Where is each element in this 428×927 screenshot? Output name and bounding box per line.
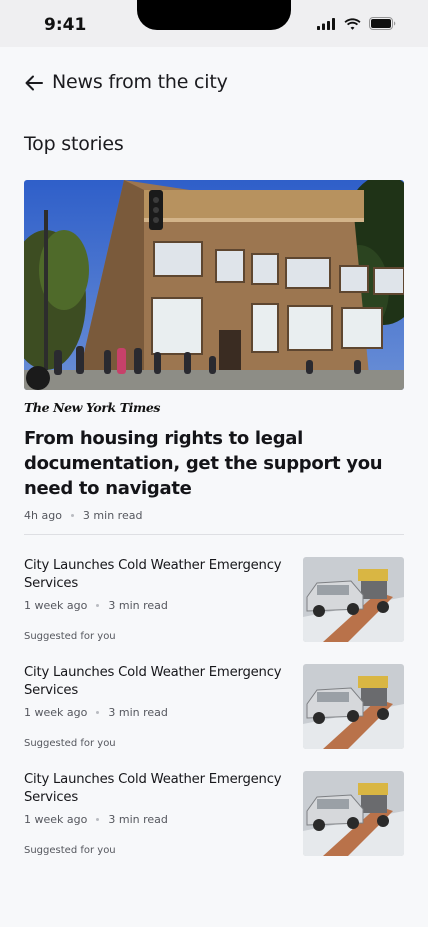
list-item[interactable]: City Launches Cold Weather Emergency Ser… [24,771,404,857]
list-item[interactable]: City Launches Cold Weather Emergency Ser… [24,557,404,643]
status-bar: 9:41 [0,0,428,47]
publisher-logo: The New York Times [24,400,161,415]
suggested-label: Suggested for you [24,738,116,749]
story-title[interactable]: City Launches Cold Weather Emergency Ser… [24,664,286,700]
story-title[interactable]: City Launches Cold Weather Emergency Ser… [24,771,286,807]
story-thumbnail[interactable] [303,664,404,749]
top-story-time: 4h ago [24,509,62,522]
story-time: 1 week ago [24,599,88,612]
top-story-image[interactable] [24,180,404,390]
meta-separator [70,514,74,517]
arrow-left-icon [25,75,43,91]
story-time: 1 week ago [24,706,88,719]
app-header: News from the city [0,47,428,119]
top-story-headline[interactable]: From housing rights to legal documentati… [24,426,404,501]
story-thumbnail[interactable] [303,771,404,856]
top-story-card[interactable]: The New York Times From housing rights t… [24,180,404,522]
divider [24,534,404,535]
status-icons [317,17,396,30]
meta-separator [96,604,100,607]
battery-icon [369,17,396,30]
device-notch [137,0,291,30]
story-time: 1 week ago [24,813,88,826]
page-title: News from the city [52,71,228,93]
story-thumbnail[interactable] [303,557,404,642]
meta-separator [96,711,100,714]
suggested-label: Suggested for you [24,631,116,642]
section-title: Top stories [24,133,124,155]
status-time: 9:41 [44,15,87,35]
story-title[interactable]: City Launches Cold Weather Emergency Ser… [24,557,286,593]
meta-separator [96,818,100,821]
story-read-time: 3 min read [108,813,168,826]
story-read-time: 3 min read [108,599,168,612]
story-meta: 1 week ago 3 min read [24,706,168,719]
story-read-time: 3 min read [108,706,168,719]
cellular-signal-icon [317,17,335,30]
list-item[interactable]: City Launches Cold Weather Emergency Ser… [24,664,404,750]
suggested-label: Suggested for you [24,845,116,856]
top-story-read-time: 3 min read [82,509,143,522]
back-button[interactable] [22,71,46,95]
story-meta: 1 week ago 3 min read [24,599,168,612]
story-meta: 1 week ago 3 min read [24,813,168,826]
top-story-meta: 4h ago 3 min read [24,509,404,522]
wifi-icon [344,17,361,30]
